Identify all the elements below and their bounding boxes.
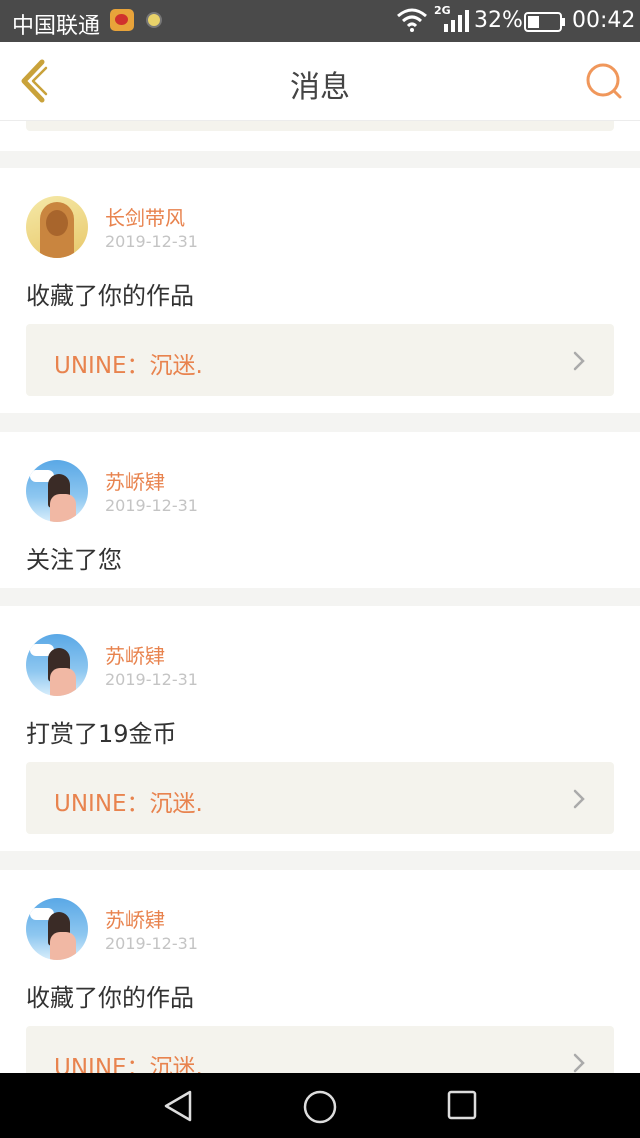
- work-link[interactable]: UNINE：沉迷.: [26, 762, 614, 834]
- timestamp: 2019-12-31: [105, 232, 198, 251]
- message-card: 苏峤肄 2019-12-31 关注了您: [0, 432, 640, 588]
- chevron-right-icon: [573, 1053, 585, 1073]
- avatar[interactable]: [26, 196, 88, 258]
- user-name[interactable]: 苏峤肄: [105, 466, 165, 495]
- avatar[interactable]: [26, 898, 88, 960]
- avatar[interactable]: [26, 634, 88, 696]
- work-link[interactable]: UNINE：沉迷.: [26, 1026, 614, 1073]
- wifi-icon: [397, 8, 427, 32]
- avatar-body: [50, 932, 76, 960]
- timestamp: 2019-12-31: [105, 496, 198, 515]
- chevron-right-icon: [573, 351, 585, 371]
- message-card: 长剑带风 2019-12-31 收藏了你的作品 UNINE：沉迷.: [0, 168, 640, 413]
- work-link[interactable]: UNINE：沉迷.: [26, 324, 614, 396]
- work-title: UNINE：沉迷.: [54, 791, 203, 817]
- battery-percent: 32%: [474, 8, 523, 33]
- chevron-right-icon: [573, 789, 585, 809]
- action-text: 关注了您: [26, 546, 122, 574]
- search-icon[interactable]: [584, 62, 624, 102]
- signal-icon: [444, 10, 469, 32]
- work-title: UNINE：沉迷.: [54, 353, 203, 379]
- app-notification-icon: [146, 12, 162, 28]
- avatar-body: [50, 494, 76, 522]
- action-text: 收藏了你的作品: [26, 984, 194, 1012]
- message-card: 苏峤肄 2019-12-31 收藏了你的作品 UNINE：沉迷.: [0, 870, 640, 1073]
- clock: 00:42: [572, 8, 636, 33]
- partial-work-link: [26, 121, 614, 131]
- timestamp: 2019-12-31: [105, 670, 198, 689]
- user-name[interactable]: 长剑带风: [105, 202, 185, 231]
- recents-square-icon[interactable]: [446, 1089, 478, 1121]
- timestamp: 2019-12-31: [105, 934, 198, 953]
- message-list[interactable]: 长剑带风 2019-12-31 收藏了你的作品 UNINE：沉迷. 苏峤肄 20…: [0, 121, 640, 1073]
- carrier-label: 中国联通: [12, 14, 101, 39]
- work-title: UNINE：沉迷.: [54, 1055, 203, 1073]
- page-title: 消息: [290, 70, 350, 105]
- home-circle-icon[interactable]: [302, 1089, 338, 1125]
- avatar[interactable]: [26, 460, 88, 522]
- avatar-face: [46, 210, 68, 236]
- message-card: 苏峤肄 2019-12-31 打赏了19金币 UNINE：沉迷.: [0, 606, 640, 851]
- weibo-icon: [110, 9, 134, 31]
- status-bar: 中国联通 2G 32% 00:42: [0, 0, 640, 42]
- system-navigation-bar: [0, 1073, 640, 1138]
- action-text: 收藏了你的作品: [26, 282, 194, 310]
- battery-icon: [524, 12, 565, 32]
- back-triangle-icon[interactable]: [162, 1089, 194, 1123]
- action-text: 打赏了19金币: [26, 720, 177, 748]
- partial-message-card: [0, 121, 640, 151]
- user-name[interactable]: 苏峤肄: [105, 640, 165, 669]
- avatar-body: [50, 668, 76, 696]
- header: 消息: [0, 42, 640, 121]
- user-name[interactable]: 苏峤肄: [105, 904, 165, 933]
